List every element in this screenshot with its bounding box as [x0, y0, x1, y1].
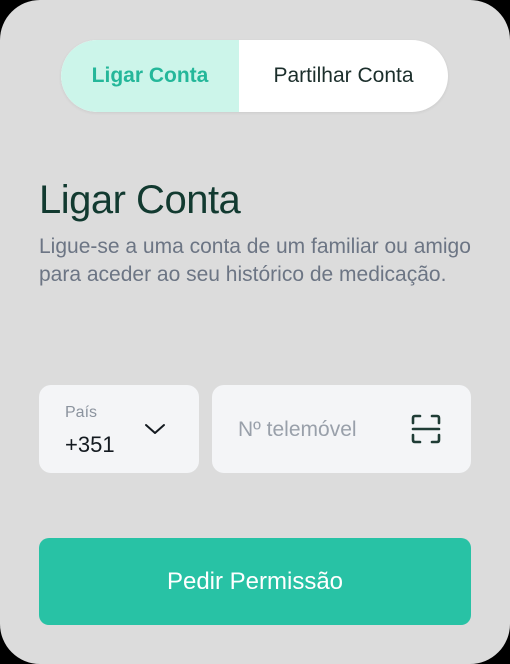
chevron-down-icon[interactable] [144, 422, 166, 436]
tab-share-account[interactable]: Partilhar Conta [239, 40, 448, 112]
scan-icon[interactable] [410, 413, 442, 445]
country-code-value: +351 [65, 432, 115, 457]
page-title: Ligar Conta [39, 178, 241, 222]
tab-switcher: Ligar Conta Partilhar Conta [61, 40, 448, 112]
page-description: Ligue-se a uma conta de um familiar ou a… [39, 235, 471, 286]
phone-field[interactable] [212, 385, 471, 475]
request-permission-button[interactable]: Pedir Permissão [39, 538, 471, 625]
phone-input[interactable] [236, 385, 410, 475]
link-account-card: Ligar Conta Partilhar Conta Ligar Conta … [0, 0, 510, 664]
tab-link-account[interactable]: Ligar Conta [61, 40, 239, 112]
country-select[interactable]: País +351 [39, 385, 199, 473]
country-label: País [65, 404, 98, 421]
